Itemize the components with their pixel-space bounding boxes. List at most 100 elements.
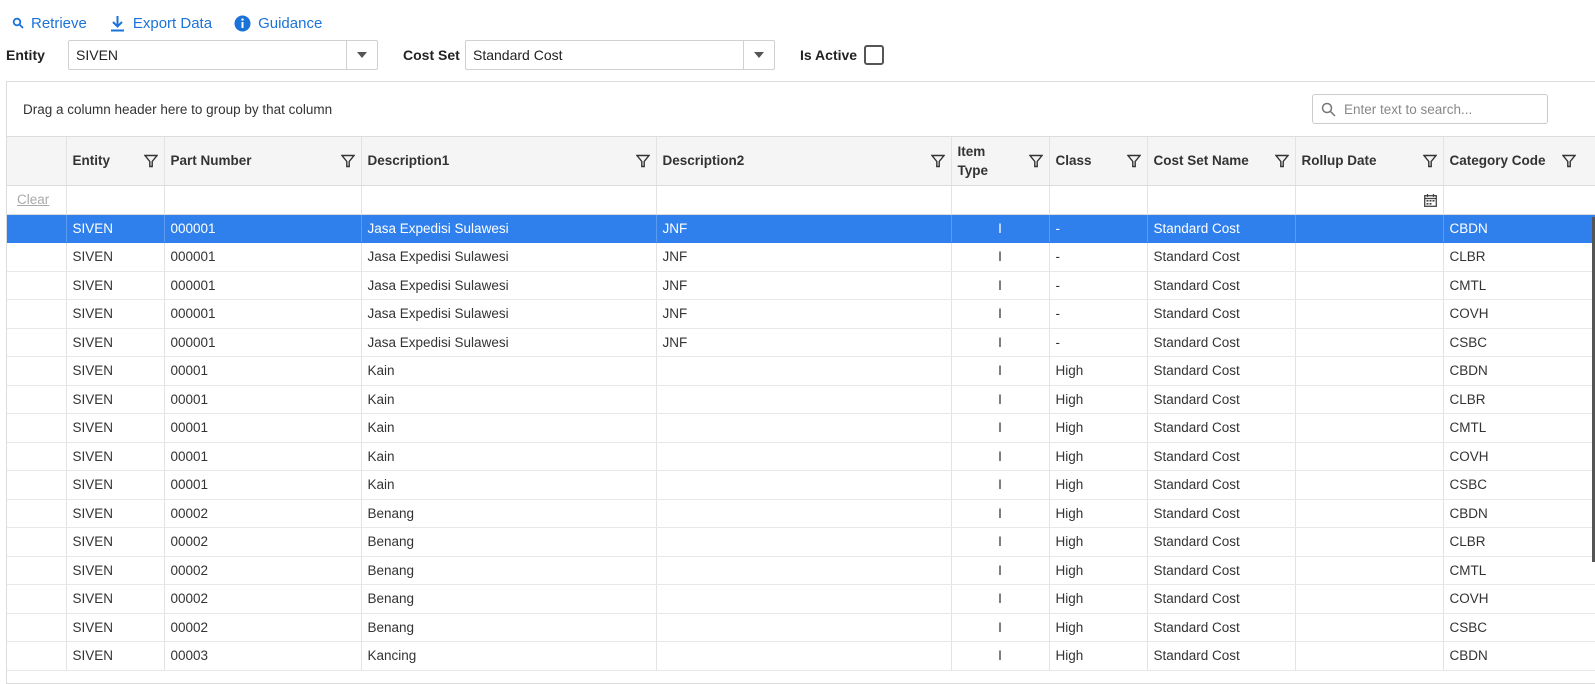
table-row[interactable]: SIVEN 00003 Kancing I High Standard Cost CBDN — [7, 641, 1595, 671]
row-select-cell[interactable] — [7, 356, 67, 386]
cell-description2[interactable]: JNF — [656, 214, 952, 243]
column-header-part-number[interactable]: Part Number — [164, 137, 362, 186]
cell-item-type[interactable]: I — [951, 214, 1050, 243]
cell-entity[interactable]: SIVEN — [66, 328, 165, 357]
cell-entity[interactable]: SIVEN — [66, 499, 165, 528]
cell-description2[interactable]: JNF — [656, 242, 952, 272]
cell-description1[interactable]: Kain — [361, 470, 657, 500]
cell-part-number[interactable]: 00001 — [164, 356, 362, 386]
cell-description1[interactable]: Kain — [361, 442, 657, 471]
cell-cost-set-name[interactable]: Standard Cost — [1147, 584, 1296, 614]
cell-category-code[interactable]: CLBR — [1443, 242, 1595, 272]
cell-entity[interactable]: SIVEN — [66, 413, 165, 443]
cell-description2[interactable]: JNF — [656, 299, 952, 329]
cell-class[interactable]: High — [1049, 556, 1148, 585]
retrieve-button[interactable]: Retrieve — [12, 15, 87, 32]
cell-category-code[interactable]: CLBR — [1443, 385, 1595, 414]
cell-item-type[interactable]: I — [951, 299, 1050, 329]
cell-item-type[interactable]: I — [951, 527, 1050, 557]
table-row[interactable]: SIVEN 000001 Jasa Expedisi Sulawesi JNF I - St… — [7, 271, 1595, 300]
row-select-cell[interactable] — [7, 442, 67, 471]
cell-item-type[interactable]: I — [951, 641, 1050, 671]
table-row[interactable]: SIVEN 00001 Kain I High Standard Cost CLBR — [7, 385, 1595, 414]
cell-item-type[interactable]: I — [951, 242, 1050, 272]
cell-entity[interactable]: SIVEN — [66, 214, 165, 243]
guidance-button[interactable]: Guidance — [234, 15, 322, 32]
cell-rollup-date[interactable] — [1295, 328, 1444, 357]
cell-cost-set-name[interactable]: Standard Cost — [1147, 613, 1296, 642]
filter-icon[interactable] — [340, 154, 355, 168]
column-header-cost-set-name[interactable]: Cost Set Name — [1147, 137, 1296, 186]
row-select-cell[interactable] — [7, 499, 67, 528]
cell-cost-set-name[interactable]: Standard Cost — [1147, 556, 1296, 585]
cell-rollup-date[interactable] — [1295, 242, 1444, 272]
filter-icon[interactable] — [1126, 154, 1141, 168]
cell-description2[interactable] — [656, 442, 952, 471]
cell-description1[interactable]: Benang — [361, 499, 657, 528]
row-select-cell[interactable] — [7, 328, 67, 357]
cell-entity[interactable]: SIVEN — [66, 641, 165, 671]
cell-class[interactable]: - — [1049, 271, 1148, 300]
cell-description2[interactable] — [656, 470, 952, 500]
clear-filter-link[interactable]: Clear — [7, 192, 49, 207]
cell-description2[interactable]: JNF — [656, 271, 952, 300]
cell-cost-set-name[interactable]: Standard Cost — [1147, 499, 1296, 528]
cell-part-number[interactable]: 000001 — [164, 271, 362, 300]
cell-rollup-date[interactable] — [1295, 413, 1444, 443]
cell-cost-set-name[interactable]: Standard Cost — [1147, 413, 1296, 443]
cell-item-type[interactable]: I — [951, 613, 1050, 642]
cell-description2[interactable] — [656, 413, 952, 443]
cell-class[interactable]: High — [1049, 499, 1148, 528]
cell-class[interactable]: High — [1049, 470, 1148, 500]
table-row[interactable]: SIVEN 00002 Benang I High Standard Cost CLBR — [7, 527, 1595, 557]
filter-cell-entity[interactable] — [66, 185, 165, 215]
cell-description1[interactable]: Kain — [361, 413, 657, 443]
table-row[interactable]: SIVEN 000001 Jasa Expedisi Sulawesi JNF I - St… — [7, 328, 1595, 357]
cell-cost-set-name[interactable]: Standard Cost — [1147, 442, 1296, 471]
is-active-checkbox[interactable] — [864, 45, 885, 65]
cell-description2[interactable] — [656, 356, 952, 386]
cell-class[interactable]: - — [1049, 328, 1148, 357]
entity-dropdown-button[interactable] — [346, 41, 377, 69]
cell-rollup-date[interactable] — [1295, 556, 1444, 585]
filter-icon[interactable] — [143, 154, 158, 168]
cell-category-code[interactable]: CSBC — [1443, 613, 1595, 642]
cell-description1[interactable]: Benang — [361, 613, 657, 642]
cell-entity[interactable]: SIVEN — [66, 584, 165, 614]
cell-description2[interactable]: JNF — [656, 328, 952, 357]
cell-category-code[interactable]: CMTL — [1443, 413, 1595, 443]
cell-part-number[interactable]: 00002 — [164, 556, 362, 585]
cell-description2[interactable] — [656, 385, 952, 414]
cell-entity[interactable]: SIVEN — [66, 470, 165, 500]
row-select-cell[interactable] — [7, 470, 67, 500]
table-row[interactable]: SIVEN 00002 Benang I High Standard Cost CSBC — [7, 613, 1595, 642]
table-row[interactable]: SIVEN 00001 Kain I High Standard Cost CSBC — [7, 470, 1595, 500]
table-row[interactable]: SIVEN 000001 Jasa Expedisi Sulawesi JNF I - St… — [7, 214, 1595, 243]
cell-class[interactable]: High — [1049, 442, 1148, 471]
cell-description1[interactable]: Benang — [361, 527, 657, 557]
row-select-cell[interactable] — [7, 413, 67, 443]
entity-select[interactable]: SIVEN — [68, 40, 378, 70]
cell-cost-set-name[interactable]: Standard Cost — [1147, 527, 1296, 557]
column-header-description1[interactable]: Description1 — [361, 137, 657, 186]
cell-class[interactable]: - — [1049, 299, 1148, 329]
row-select-cell[interactable] — [7, 584, 67, 614]
cell-part-number[interactable]: 00002 — [164, 527, 362, 557]
cell-rollup-date[interactable] — [1295, 442, 1444, 471]
cell-class[interactable]: - — [1049, 214, 1148, 243]
cell-category-code[interactable]: CMTL — [1443, 271, 1595, 300]
cell-part-number[interactable]: 000001 — [164, 214, 362, 243]
cell-rollup-date[interactable] — [1295, 527, 1444, 557]
cell-class[interactable]: High — [1049, 641, 1148, 671]
cell-rollup-date[interactable] — [1295, 584, 1444, 614]
row-select-cell[interactable] — [7, 385, 67, 414]
cell-entity[interactable]: SIVEN — [66, 356, 165, 386]
cell-class[interactable]: High — [1049, 527, 1148, 557]
row-select-cell[interactable] — [7, 613, 67, 642]
cell-category-code[interactable]: CBDN — [1443, 499, 1595, 528]
row-select-cell[interactable] — [7, 271, 67, 300]
cell-entity[interactable]: SIVEN — [66, 299, 165, 329]
column-header-rollup-date[interactable]: Rollup Date — [1295, 137, 1444, 186]
cell-rollup-date[interactable] — [1295, 271, 1444, 300]
cell-item-type[interactable]: I — [951, 499, 1050, 528]
